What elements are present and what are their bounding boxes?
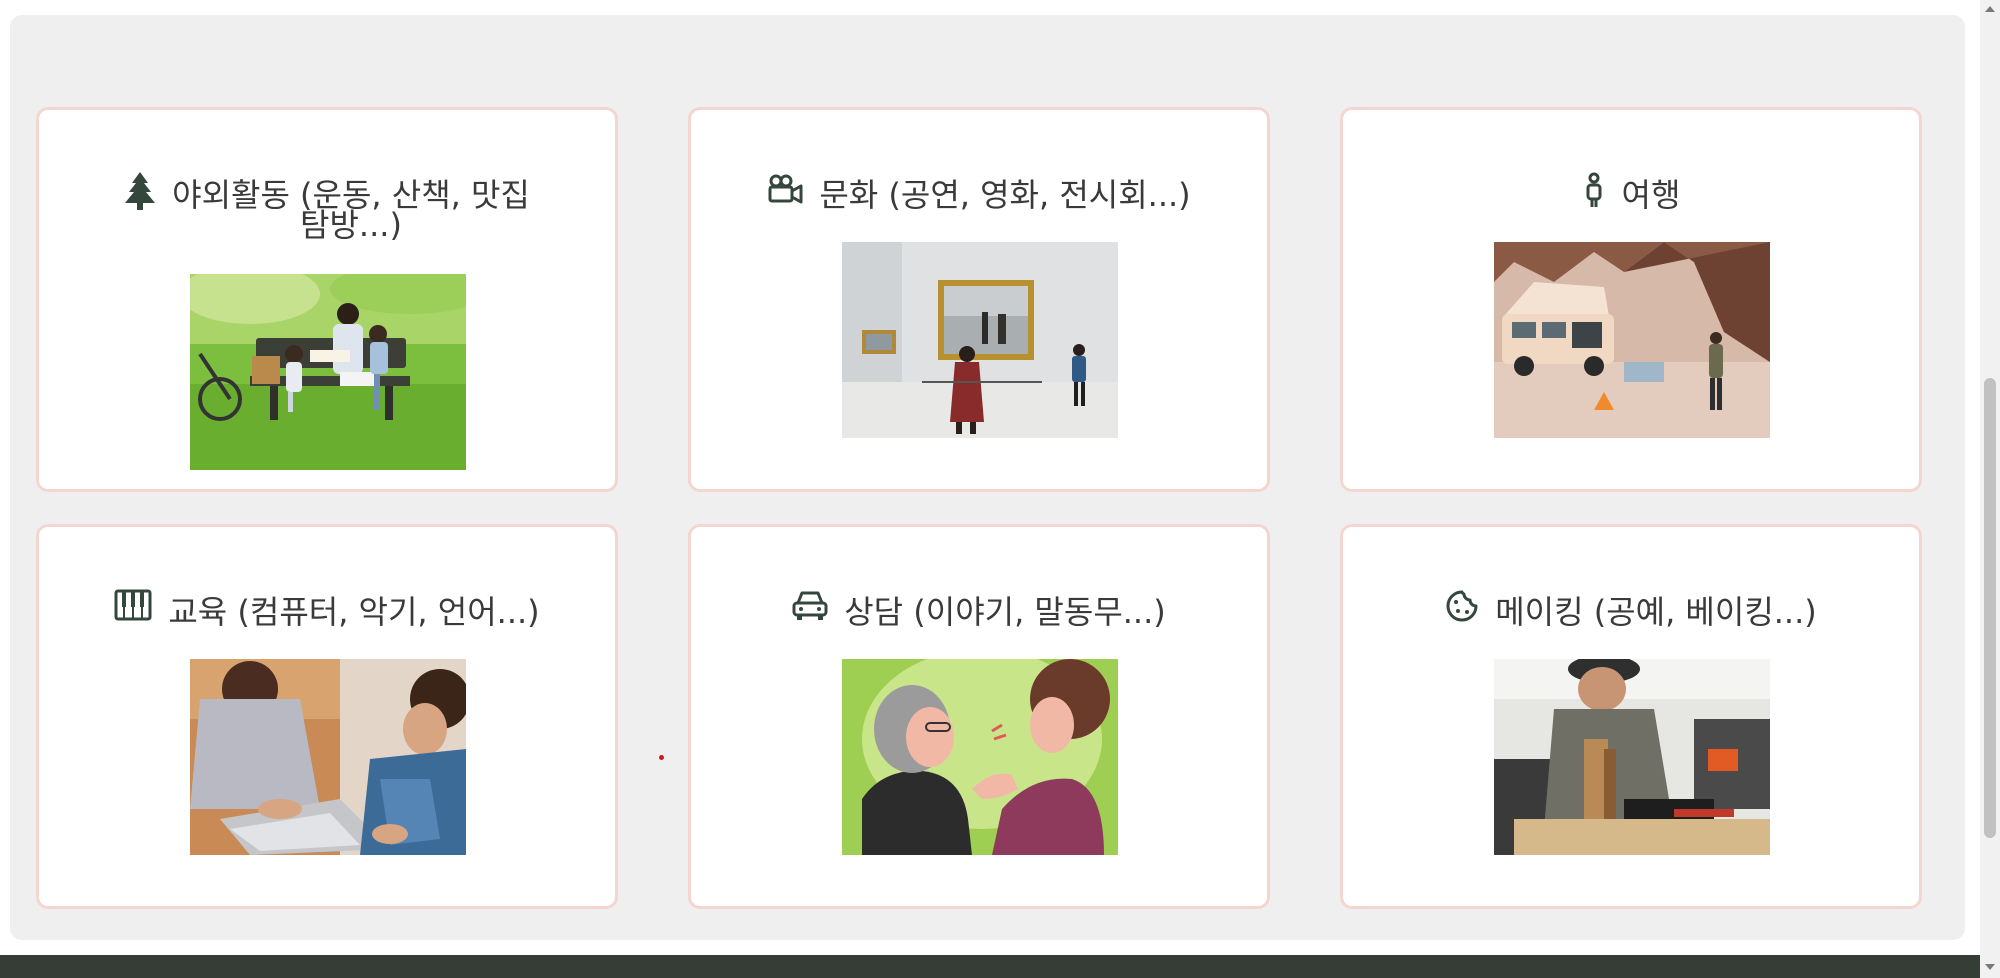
- art-gallery-visitors-photo: [842, 242, 1118, 438]
- card-title-label: 교육 (컴퓨터, 악기, 언어...): [168, 593, 540, 631]
- card-title: 상담 (이야기, 말동무...): [691, 591, 1267, 631]
- category-card-counseling[interactable]: 상담 (이야기, 말동무...): [688, 524, 1270, 909]
- category-card-culture[interactable]: 문화 (공연, 영화, 전시회...): [688, 107, 1270, 492]
- card-title-label: 여행: [1621, 176, 1681, 214]
- card-title-label: 문화 (공연, 영화, 전시회...): [819, 176, 1191, 214]
- red-dot-marker: [659, 755, 664, 760]
- scroll-thumb[interactable]: [1984, 378, 1996, 838]
- card-title: 문화 (공연, 영화, 전시회...): [691, 174, 1267, 214]
- category-card-education[interactable]: 교육 (컴퓨터, 악기, 언어...): [36, 524, 618, 909]
- tree-icon: [124, 172, 156, 212]
- piano-keys-icon: [114, 589, 152, 621]
- card-title: 메이킹 (공예, 베이킹...): [1343, 590, 1919, 631]
- footer-bar: [0, 955, 1980, 978]
- card-title-label: 메이킹 (공예, 베이킹...): [1495, 593, 1817, 631]
- car-icon: [792, 589, 828, 621]
- category-card-travel[interactable]: 여행: [1340, 107, 1922, 492]
- camper-van-campsite-photo: [1494, 242, 1770, 438]
- page: 야외활동 (운동, 산책, 맛집 탐방...) 문화 (공연, 영화, 전시회.…: [0, 0, 2000, 978]
- scroll-up-arrow-icon[interactable]: [1985, 6, 1995, 12]
- woodworking-workshop-photo: [1494, 659, 1770, 855]
- family-on-park-bench-photo: [190, 274, 466, 470]
- vertical-scrollbar[interactable]: [1980, 0, 2000, 978]
- card-title: 야외활동 (운동, 산책, 맛집 탐방...): [39, 172, 615, 242]
- card-title: 여행: [1343, 172, 1919, 214]
- card-title-label: 상담 (이야기, 말동무...): [844, 593, 1166, 631]
- video-camera-icon: [767, 172, 803, 208]
- card-title: 교육 (컴퓨터, 악기, 언어...): [39, 589, 615, 631]
- two-women-talking-illustration: [842, 659, 1118, 855]
- category-card-outdoor[interactable]: 야외활동 (운동, 산책, 맛집 탐방...): [36, 107, 618, 492]
- students-with-laptop-photo: [190, 659, 466, 855]
- cookie-icon: [1445, 589, 1479, 623]
- category-card-making[interactable]: 메이킹 (공예, 베이킹...): [1340, 524, 1922, 909]
- scroll-down-arrow-icon[interactable]: [1985, 964, 1995, 970]
- person-icon: [1582, 172, 1606, 208]
